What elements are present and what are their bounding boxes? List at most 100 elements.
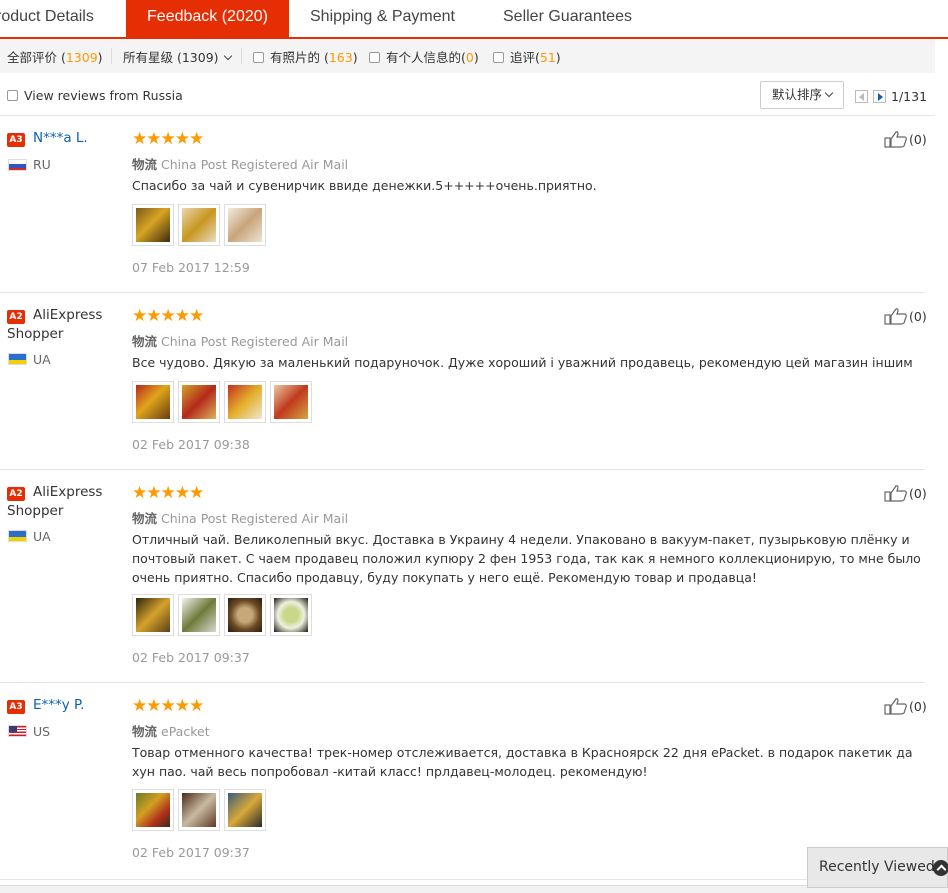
review-text: Товар отменного качества! трек-номер отс… xyxy=(132,745,913,779)
review-photo[interactable] xyxy=(132,204,174,246)
bottom-bar xyxy=(0,885,948,893)
shipping-value: ePacket xyxy=(161,724,210,739)
review-photo[interactable] xyxy=(224,381,266,423)
review-date: 02 Feb 2017 09:37 xyxy=(132,650,250,665)
reviewer-name-line2: Shopper xyxy=(7,326,64,342)
buyer-level-badge: A3 xyxy=(7,700,25,714)
shipping-value: China Post Registered Air Mail xyxy=(161,511,349,526)
tab-seller-guarantees[interactable]: Seller Guarantees xyxy=(503,0,632,37)
review-item: A3 N***a L. RU ★★★★★ 物流 China Post Regist… xyxy=(0,117,927,293)
next-page-button[interactable] xyxy=(873,90,886,103)
checkbox-icon[interactable] xyxy=(253,52,264,63)
shipping-value: China Post Registered Air Mail xyxy=(161,157,349,172)
rating-stars: ★★★★★ xyxy=(132,483,204,503)
review-item: A2 AliExpress Shopper UA ★★★★★ 物流 China P… xyxy=(0,294,927,470)
checkbox-icon[interactable] xyxy=(7,90,18,101)
review-photo[interactable] xyxy=(132,381,174,423)
helpful-button[interactable]: (0) xyxy=(884,130,927,148)
helpful-button[interactable]: (0) xyxy=(884,484,927,502)
thumbs-up-icon xyxy=(884,698,907,715)
helpful-count: (0) xyxy=(909,132,927,147)
review-photo[interactable] xyxy=(132,594,174,636)
tab-feedback[interactable]: Feedback (2020) xyxy=(126,0,289,37)
reviewer-name[interactable]: E***y P. xyxy=(33,697,84,713)
tab-shipping-payment[interactable]: Shipping & Payment xyxy=(310,0,455,37)
reviewer-country: RU xyxy=(33,157,51,172)
shipping-method: 物流 China Post Registered Air Mail xyxy=(132,508,348,527)
shipping-method: 物流 China Post Registered Air Mail xyxy=(132,154,348,173)
rating-stars: ★★★★★ xyxy=(132,306,204,326)
filter-followup-label: 追评( xyxy=(510,50,540,65)
buyer-level-badge: A3 xyxy=(7,133,25,147)
review-photo[interactable] xyxy=(178,204,220,246)
filter-follow-up[interactable]: 追评(51) xyxy=(493,47,561,66)
filter-with-photos[interactable]: 有照片的 (163) xyxy=(253,47,358,66)
thumbs-up-icon xyxy=(884,308,907,325)
filter-photos-label: 有照片的 ( xyxy=(270,50,329,65)
review-photo[interactable] xyxy=(132,789,174,831)
thumbs-up-icon xyxy=(884,131,907,148)
next-page-icon xyxy=(878,93,883,101)
reviewer-country: US xyxy=(33,724,51,739)
prev-page-button[interactable] xyxy=(855,90,868,103)
review-text: Спасибо за чай и сувенирчик ввиде денежк… xyxy=(132,178,597,193)
thumbs-up-icon xyxy=(884,485,907,502)
flag-icon xyxy=(8,725,27,737)
recently-viewed-button[interactable]: Recently Viewed xyxy=(807,847,948,888)
helpful-button[interactable]: (0) xyxy=(884,307,927,325)
shipping-label: 物流 xyxy=(132,334,158,349)
review-photo[interactable] xyxy=(178,789,220,831)
shipping-method: 物流 China Post Registered Air Mail xyxy=(132,331,348,350)
filter-followup-count: 51 xyxy=(539,50,556,65)
filter-personal-info[interactable]: 有个人信息的(0) xyxy=(369,47,479,66)
shipping-value: China Post Registered Air Mail xyxy=(161,334,349,349)
filter-all-label: 全部评价 ( xyxy=(7,50,66,65)
review-photo[interactable] xyxy=(178,594,220,636)
review-photos xyxy=(132,204,270,246)
shipping-label: 物流 xyxy=(132,724,158,739)
page-indicator: 1/131 xyxy=(891,89,928,104)
review-photo[interactable] xyxy=(178,381,220,423)
filter-photos-close: ) xyxy=(352,50,358,65)
filter-rating-dropdown[interactable]: 所有星级 (1309) xyxy=(123,47,232,66)
review-photos xyxy=(132,594,316,636)
helpful-count: (0) xyxy=(909,486,927,501)
review-photos xyxy=(132,381,316,423)
buyer-level-badge: A2 xyxy=(7,487,25,501)
divider xyxy=(241,48,242,64)
review-item: A2 AliExpress Shopper UA ★★★★★ 物流 China P… xyxy=(0,471,927,683)
russia-filter[interactable]: View reviews from Russia xyxy=(7,88,183,103)
reviewer-country: UA xyxy=(33,529,51,544)
chevron-up-icon xyxy=(933,860,948,876)
shipping-method: 物流 ePacket xyxy=(132,721,210,740)
filter-all-reviews[interactable]: 全部评价 (1309) xyxy=(7,47,103,66)
rating-stars: ★★★★★ xyxy=(132,696,204,716)
flag-icon xyxy=(8,353,27,365)
helpful-count: (0) xyxy=(909,309,927,324)
tab-bar: roduct Details Feedback (2020) Shipping … xyxy=(0,0,948,39)
review-photo[interactable] xyxy=(224,789,266,831)
review-item: A3 E***y P. US ★★★★★ 物流 ePacket Товар отм… xyxy=(0,684,927,880)
sort-dropdown[interactable]: 默认排序 xyxy=(760,81,844,109)
flag-icon xyxy=(8,159,27,171)
review-date: 07 Feb 2017 12:59 xyxy=(132,260,250,275)
chevron-down-icon xyxy=(824,88,834,98)
checkbox-icon[interactable] xyxy=(493,52,504,63)
helpful-button[interactable]: (0) xyxy=(884,697,927,715)
prev-page-icon xyxy=(859,93,864,101)
review-photo[interactable] xyxy=(270,594,312,636)
review-photo[interactable] xyxy=(270,381,312,423)
tab-product-details[interactable]: roduct Details xyxy=(0,0,94,37)
divider xyxy=(111,48,112,64)
reviewer-name[interactable]: N***a L. xyxy=(33,130,88,146)
review-photo[interactable] xyxy=(224,594,266,636)
filter-personal-count: 0 xyxy=(465,50,474,65)
review-date: 02 Feb 2017 09:37 xyxy=(132,845,250,860)
review-text: Отличный чай. Великолепный вкус. Доставк… xyxy=(132,532,921,585)
shipping-label: 物流 xyxy=(132,511,158,526)
reviewer-name: AliExpress xyxy=(33,307,103,323)
chevron-down-icon xyxy=(223,51,232,61)
review-photo[interactable] xyxy=(224,204,266,246)
filter-bar: 全部评价 (1309) 所有星级 (1309) 有照片的 (163) 有个人信息… xyxy=(0,39,935,73)
checkbox-icon[interactable] xyxy=(369,52,380,63)
